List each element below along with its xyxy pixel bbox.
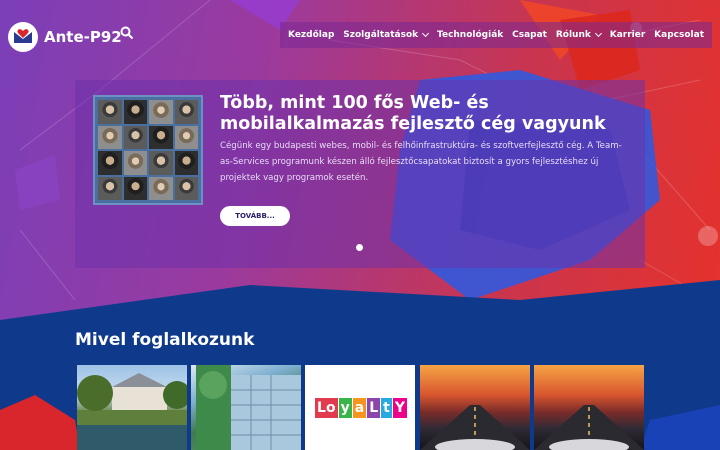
chevron-down-icon — [594, 29, 602, 38]
nav-item-about[interactable]: Rólunk — [555, 29, 602, 40]
nav-label: Csapat — [512, 30, 547, 40]
nav-item-team[interactable]: Csapat — [512, 30, 547, 40]
nav-item-career[interactable]: Karrier — [610, 30, 646, 40]
nav-label: Kezdőlap — [288, 30, 335, 40]
nav-label: Technológiák — [437, 30, 504, 40]
nav-label: Kapcsolat — [654, 30, 704, 40]
hero-title: Több, mint 100 fős Web- és mobilalkalmaz… — [220, 93, 606, 134]
loyalty-letter: y — [338, 398, 352, 418]
main-menu: Kezdőlap Szolgáltatások Technológiák Csa… — [280, 22, 712, 48]
nav-item-contact[interactable]: Kapcsolat — [654, 30, 704, 40]
brand[interactable]: Ante-P92 — [8, 22, 122, 52]
building-image — [196, 365, 301, 450]
heart-envelope-icon — [8, 22, 38, 52]
loyalty-letter: Y — [392, 398, 407, 418]
loyalty-letter: a — [352, 398, 367, 418]
road-image — [420, 405, 530, 450]
services-title: Mivel foglalkozunk — [75, 330, 255, 350]
service-tile-park[interactable] — [77, 365, 187, 450]
search-icon[interactable] — [120, 26, 134, 40]
hero-description: Cégünk egy budapesti webes, mobil- és fe… — [220, 141, 622, 183]
service-tile-road[interactable] — [420, 365, 530, 450]
park-image — [77, 373, 187, 450]
nav-item-technologies[interactable]: Technológiák — [437, 30, 503, 40]
brand-name: Ante-P92 — [44, 28, 122, 46]
nav-label: Karrier — [609, 30, 646, 40]
loyalty-letter: t — [381, 398, 392, 418]
road-image — [534, 405, 644, 450]
nav-label: Rólunk — [555, 30, 591, 40]
loyalty-letter: Lo — [315, 398, 338, 418]
chevron-down-icon — [422, 29, 430, 38]
service-tile-building[interactable] — [191, 365, 301, 450]
loyalty-letter: L — [367, 398, 381, 418]
service-tile-loyalty[interactable]: Lo y a L t Y — [305, 365, 415, 450]
more-button[interactable]: TOVÁBB... — [220, 206, 290, 226]
nav-label: Szolgáltatások — [343, 30, 419, 40]
nav-item-home[interactable]: Kezdőlap — [288, 30, 334, 40]
team-photo-grid — [93, 95, 203, 205]
loyalty-logo: Lo y a L t Y — [315, 393, 407, 423]
nav-item-services[interactable]: Szolgáltatások — [343, 29, 430, 40]
carousel-indicator[interactable] — [356, 244, 363, 251]
hero-carousel-slide: Több, mint 100 fős Web- és mobilalkalmaz… — [75, 80, 645, 268]
service-tile-road-2[interactable] — [534, 365, 644, 450]
